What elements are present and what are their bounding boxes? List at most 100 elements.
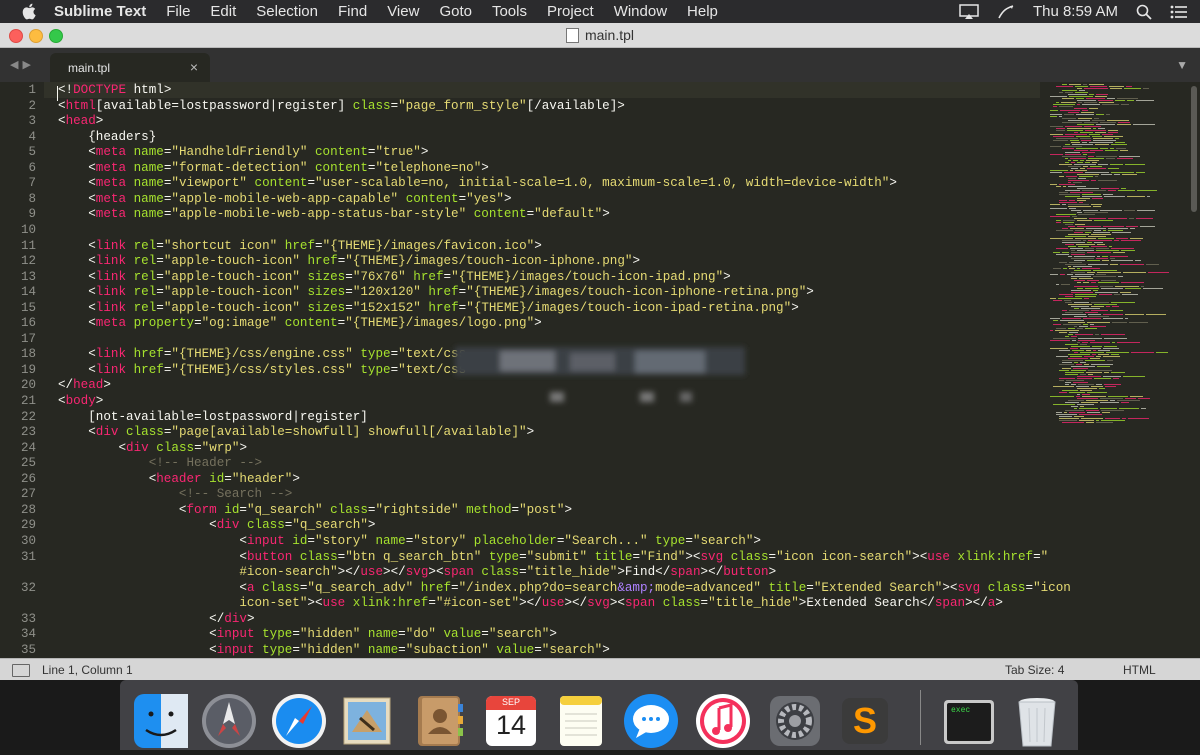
menu-help[interactable]: Help: [687, 3, 718, 20]
trash-icon[interactable]: [1008, 692, 1066, 750]
code-token: =: [451, 580, 459, 595]
code-line[interactable]: <meta name="format-detection" content="t…: [58, 161, 489, 175]
code-line[interactable]: <input id="story" name="story" placehold…: [58, 534, 761, 548]
code-line[interactable]: <div class="wrp">: [58, 441, 247, 455]
menu-find[interactable]: Find: [338, 3, 367, 20]
code-line[interactable]: <header id="header">: [58, 472, 300, 486]
tab-nav-arrows-icon[interactable]: ◀▶: [10, 58, 35, 71]
code-line[interactable]: <!DOCTYPE html>: [58, 83, 171, 97]
vertical-scrollbar[interactable]: [1191, 86, 1197, 212]
calendar-icon[interactable]: SEP 14: [482, 692, 540, 750]
minimap-line: [1088, 156, 1094, 157]
notes-icon[interactable]: [552, 692, 610, 750]
spotlight-search-icon[interactable]: [1136, 4, 1152, 20]
code-line[interactable]: <!-- Search -->: [58, 487, 292, 501]
app-menu[interactable]: Sublime Text: [54, 3, 146, 20]
syntax-selector[interactable]: HTML: [1123, 663, 1156, 677]
code-line[interactable]: </head>: [58, 378, 111, 392]
minimap-line: [1075, 294, 1097, 295]
system-preferences-icon[interactable]: [766, 692, 824, 750]
code-token: "Search...": [564, 533, 648, 548]
status-bar: Line 1, Column 1 Tab Size: 4 HTML: [0, 658, 1200, 681]
minimap-line: [1076, 396, 1080, 397]
code-line[interactable]: <meta property="og:image" content="{THEM…: [58, 316, 542, 330]
menu-tools[interactable]: Tools: [492, 3, 527, 20]
tab-dropdown-icon[interactable]: ▼: [1176, 58, 1188, 72]
minimap-line: [1053, 338, 1076, 339]
code-editor[interactable]: 1 2 3 4 5 6 7 8 9 10 11 12 13 14 15 16 17 18 19 20 21 22 23 24 2…: [0, 82, 1200, 658]
messages-icon[interactable]: [622, 692, 680, 750]
code-line[interactable]: <div class="q_search">: [58, 518, 375, 532]
sublime-text-icon[interactable]: S: [836, 692, 894, 750]
terminal-icon[interactable]: exec: [940, 692, 998, 750]
notification-center-icon[interactable]: [1170, 5, 1188, 19]
minimap-line: [1074, 286, 1098, 287]
code-line[interactable]: <link rel="apple-touch-icon" href="{THEM…: [58, 254, 640, 268]
clock[interactable]: Thu 8:59 AM: [1033, 3, 1118, 20]
safari-icon[interactable]: [270, 692, 328, 750]
menu-view[interactable]: View: [387, 3, 419, 20]
code-line[interactable]: </div>: [58, 612, 254, 626]
vpn-icon[interactable]: [997, 4, 1015, 20]
minimap-line: [1105, 386, 1116, 387]
itunes-icon[interactable]: [694, 692, 752, 750]
code-line[interactable]: <meta name="apple-mobile-web-app-capable…: [58, 192, 511, 206]
minimap-line: [1077, 162, 1083, 163]
code-line[interactable]: #icon-search"></use></svg><span class="t…: [58, 565, 776, 579]
apple-icon[interactable]: [18, 3, 40, 20]
code-token: >: [103, 378, 111, 393]
finder-icon[interactable]: [132, 692, 190, 750]
tab-size-selector[interactable]: Tab Size: 4: [1005, 663, 1064, 677]
code-line[interactable]: <button class="btn q_search_btn" type="s…: [58, 550, 1048, 564]
code-line[interactable]: [not-available=lostpassword|register]: [58, 410, 368, 424]
code-line[interactable]: <form id="q_search" class="rightside" me…: [58, 503, 572, 517]
code-line[interactable]: <div class="page[available=showfull] sho…: [58, 425, 534, 439]
minimap-line: [1087, 412, 1100, 413]
close-tab-icon[interactable]: ×: [190, 59, 198, 75]
code-line[interactable]: <meta name="apple-mobile-web-app-status-…: [58, 207, 610, 221]
launchpad-icon[interactable]: [200, 692, 258, 750]
code-line[interactable]: <meta name="HandheldFriendly" content="t…: [58, 145, 428, 159]
minimap-line: [1094, 304, 1117, 305]
menu-project[interactable]: Project: [547, 3, 594, 20]
code-line[interactable]: {headers}: [58, 130, 156, 144]
code-line[interactable]: <input type="hidden" name="subaction" va…: [58, 643, 610, 657]
menu-goto[interactable]: Goto: [439, 3, 472, 20]
minimap-line: [1085, 312, 1098, 313]
code-line[interactable]: <link rel="apple-touch-icon" sizes="76x7…: [58, 270, 731, 284]
minimap-line: [1077, 282, 1081, 283]
code-line[interactable]: <a class="q_search_adv" href="/index.php…: [58, 580, 1070, 595]
code-token: <: [58, 207, 96, 222]
code-line[interactable]: <html[available=lostpassword|register] c…: [58, 99, 625, 113]
menu-edit[interactable]: Edit: [210, 3, 236, 20]
minimap-line: [1059, 378, 1075, 379]
console-toggle-icon[interactable]: [12, 664, 30, 677]
code-token: =: [632, 549, 641, 564]
minimap[interactable]: [1048, 82, 1188, 658]
code-line[interactable]: <link rel="shortcut icon" href="{THEME}/…: [58, 239, 542, 253]
code-line[interactable]: <link href = "{THEME}/css/styles.css" type…: [58, 363, 466, 377]
code-line[interactable]: <link rel="apple-touch-icon" sizes="120x…: [58, 285, 814, 299]
code-line[interactable]: <meta name="viewport" content="user-scal…: [58, 176, 897, 190]
code-token: "76x76": [352, 269, 406, 284]
minimap-line: [1079, 278, 1093, 279]
menu-window[interactable]: Window: [614, 3, 667, 20]
menu-selection[interactable]: Selection: [256, 3, 318, 20]
tab-main-tpl[interactable]: main.tpl ×: [50, 53, 210, 82]
minimap-line: [1050, 318, 1060, 319]
code-token: type: [360, 362, 391, 377]
code-line[interactable]: <link href = "{THEME}/css/engine.css" type…: [58, 347, 466, 361]
code-line[interactable]: <!-- Header -->: [58, 456, 262, 470]
code-line[interactable]: <link rel="apple-touch-icon" sizes="152x…: [58, 301, 799, 315]
mail-icon[interactable]: [338, 692, 396, 750]
code-line[interactable]: icon-set"><use xlink:href="#icon-set"></…: [58, 596, 1003, 610]
code-line[interactable]: <head>: [58, 114, 103, 128]
minimap-line: [1102, 260, 1109, 261]
menu-file[interactable]: File: [166, 3, 190, 20]
cursor-position[interactable]: Line 1, Column 1: [42, 663, 133, 677]
contacts-icon[interactable]: [410, 692, 468, 750]
code-line[interactable]: <input type="hidden" name="do" value="se…: [58, 627, 557, 641]
code-line[interactable]: <body>: [58, 394, 103, 408]
display-mirror-icon[interactable]: [959, 3, 979, 20]
